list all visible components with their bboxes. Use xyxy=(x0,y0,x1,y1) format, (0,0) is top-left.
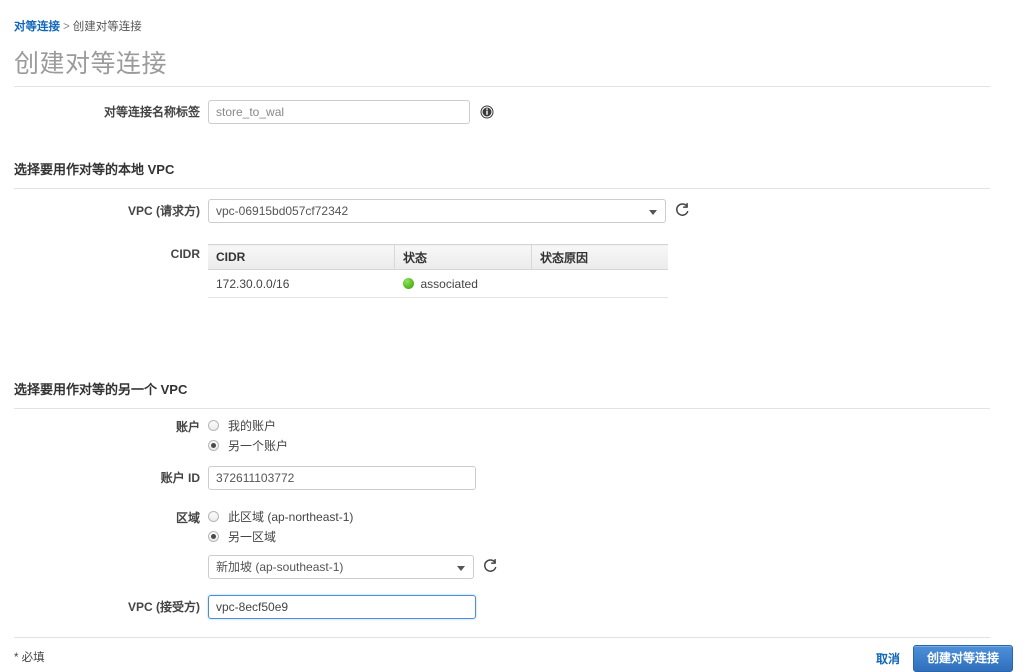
refresh-icon[interactable] xyxy=(482,555,500,577)
region-select[interactable]: 新加坡 (ap-southeast-1) xyxy=(208,555,474,579)
peering-name-input[interactable] xyxy=(208,100,470,124)
cidr-column-header-status-reason: 状态原因 xyxy=(532,245,669,270)
status-badge: associated xyxy=(421,277,478,291)
account-id-label: 账户 ID xyxy=(0,466,208,490)
local-vpc-section-divider xyxy=(14,188,990,189)
cidr-cell-value: 172.30.0.0/16 xyxy=(208,270,395,298)
info-icon[interactable] xyxy=(480,105,494,119)
create-peering-connection-button[interactable]: 创建对等连接 xyxy=(913,645,1013,672)
footer-divider xyxy=(14,637,990,638)
footer-actions: 取消 创建对等连接 xyxy=(876,645,1013,672)
region-select-row: 新加坡 (ap-southeast-1) xyxy=(0,555,500,579)
refresh-icon[interactable] xyxy=(674,199,692,221)
cidr-table-header-row: CIDR 状态 状态原因 xyxy=(208,245,668,270)
cidr-table: CIDR 状态 状态原因 172.30.0.0/16 associated xyxy=(208,244,668,298)
account-id-input[interactable] xyxy=(208,466,476,490)
status-dot-icon xyxy=(403,278,414,289)
breadcrumb-link-peering-connections[interactable]: 对等连接 xyxy=(14,21,60,33)
peering-name-label: 对等连接名称标签 xyxy=(0,100,208,124)
accepter-vpc-row: VPC (接受方) xyxy=(0,595,476,619)
local-vpc-section-title: 选择要用作对等的本地 VPC xyxy=(14,161,990,179)
region-radio-group: 此区域 (ap-northeast-1) 另一区域 xyxy=(208,508,353,548)
create-peering-connection-page: 对等连接>创建对等连接 创建对等连接 对等连接名称标签 选择要用作对等的本地 V… xyxy=(0,0,1027,671)
peer-vpc-section-header: 选择要用作对等的另一个 VPC xyxy=(14,381,990,409)
cidr-column-header-cidr: CIDR xyxy=(208,245,395,270)
peer-vpc-section-divider xyxy=(14,408,990,409)
breadcrumb: 对等连接>创建对等连接 xyxy=(14,20,142,34)
account-row: 账户 我的账户 另一个账户 xyxy=(0,417,288,457)
radio-icon-selected xyxy=(208,531,219,542)
region-radio-this-region[interactable]: 此区域 (ap-northeast-1) xyxy=(208,508,353,525)
required-field-note: * 必填 xyxy=(14,649,45,665)
title-divider xyxy=(14,86,990,87)
region-radio-another-region-label: 另一区域 xyxy=(228,530,276,544)
table-row: 172.30.0.0/16 associated xyxy=(208,270,668,298)
requester-vpc-select[interactable]: vpc-06915bd057cf72342 xyxy=(208,199,666,223)
accepter-vpc-label: VPC (接受方) xyxy=(0,595,208,619)
requester-vpc-select-value: vpc-06915bd057cf72342 xyxy=(216,204,348,218)
account-radio-group: 我的账户 另一个账户 xyxy=(208,417,288,457)
cidr-column-header-status: 状态 xyxy=(395,245,532,270)
requester-cidr-row: CIDR CIDR 状态 状态原因 172.30.0.0/16 associat… xyxy=(0,244,668,298)
accepter-vpc-input[interactable] xyxy=(208,595,476,619)
breadcrumb-separator: > xyxy=(63,21,70,33)
account-radio-my-account-label: 我的账户 xyxy=(228,419,276,433)
radio-icon-selected xyxy=(208,440,219,451)
account-id-row: 账户 ID xyxy=(0,466,476,490)
breadcrumb-current: 创建对等连接 xyxy=(73,21,142,33)
region-label: 区域 xyxy=(0,508,208,526)
chevron-down-icon xyxy=(649,210,657,215)
requester-vpc-row: VPC (请求方) vpc-06915bd057cf72342 xyxy=(0,199,692,223)
requester-cidr-label: CIDR xyxy=(0,244,208,262)
cancel-button[interactable]: 取消 xyxy=(876,650,900,667)
account-label: 账户 xyxy=(0,417,208,435)
peer-vpc-section-title: 选择要用作对等的另一个 VPC xyxy=(14,381,990,399)
account-radio-another-account-label: 另一个账户 xyxy=(228,439,288,453)
peering-name-row: 对等连接名称标签 xyxy=(0,100,494,124)
local-vpc-section-header: 选择要用作对等的本地 VPC xyxy=(14,161,990,189)
region-select-value: 新加坡 (ap-southeast-1) xyxy=(216,560,343,574)
account-radio-another-account[interactable]: 另一个账户 xyxy=(208,437,288,454)
requester-vpc-label: VPC (请求方) xyxy=(0,199,208,223)
account-radio-my-account[interactable]: 我的账户 xyxy=(208,417,288,434)
region-radio-this-region-label: 此区域 (ap-northeast-1) xyxy=(228,510,353,524)
chevron-down-icon xyxy=(457,566,465,571)
radio-icon xyxy=(208,420,219,431)
cidr-cell-status-reason xyxy=(532,270,669,298)
region-row: 区域 此区域 (ap-northeast-1) 另一区域 xyxy=(0,508,353,548)
radio-icon xyxy=(208,511,219,522)
region-radio-another-region[interactable]: 另一区域 xyxy=(208,528,353,545)
cidr-cell-status: associated xyxy=(395,270,532,298)
page-title: 创建对等连接 xyxy=(14,48,167,80)
